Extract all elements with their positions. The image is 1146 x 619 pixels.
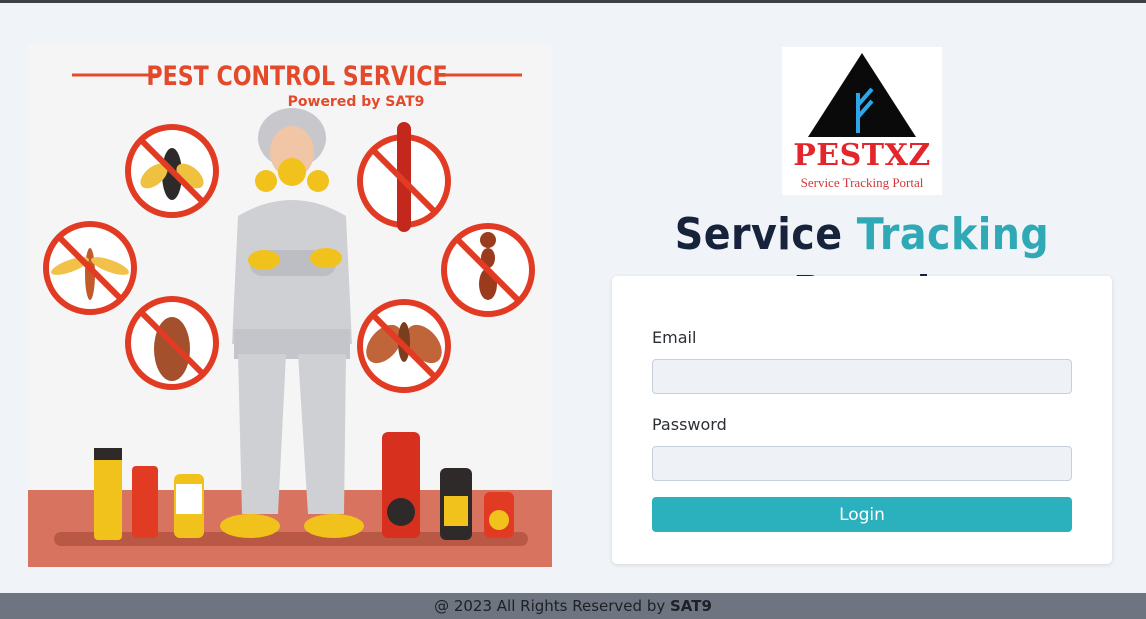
title-part-tracking: Tracking — [856, 209, 1050, 260]
triangle-logo-icon — [808, 53, 916, 137]
cockroach-ban-icon — [125, 296, 219, 390]
top-border — [0, 0, 1146, 3]
logo-name: PESTXZ — [793, 138, 931, 173]
pestxz-logo: PESTXZ Service Tracking Portal — [782, 47, 942, 195]
login-card: Email Password Login — [612, 276, 1112, 564]
exterminator-figure — [220, 108, 364, 538]
footer-copyright: @ 2023 All Rights Reserved by — [434, 597, 670, 615]
title-part-service: Service — [674, 209, 857, 260]
ant-ban-icon — [441, 223, 535, 317]
password-field[interactable] — [652, 446, 1072, 481]
illustration-subtitle: Powered by SAT9 — [288, 94, 425, 110]
footer: @ 2023 All Rights Reserved by SAT9 — [0, 593, 1146, 619]
email-label: Email — [652, 328, 697, 347]
email-field[interactable] — [652, 359, 1072, 394]
login-button[interactable]: Login — [652, 497, 1072, 532]
pest-control-illustration: PEST CONTROL SERVICE Powered by SAT9 — [28, 44, 552, 567]
centipede-ban-icon — [357, 122, 451, 232]
mosquito-ban-icon — [43, 221, 137, 315]
logo-tagline: Service Tracking Portal — [800, 175, 924, 190]
illustration-title: PEST CONTROL SERVICE — [146, 60, 447, 92]
password-label: Password — [652, 415, 727, 434]
moth-ban-icon — [357, 299, 451, 393]
fly-ban-icon — [125, 124, 219, 218]
footer-brand: SAT9 — [669, 597, 712, 615]
